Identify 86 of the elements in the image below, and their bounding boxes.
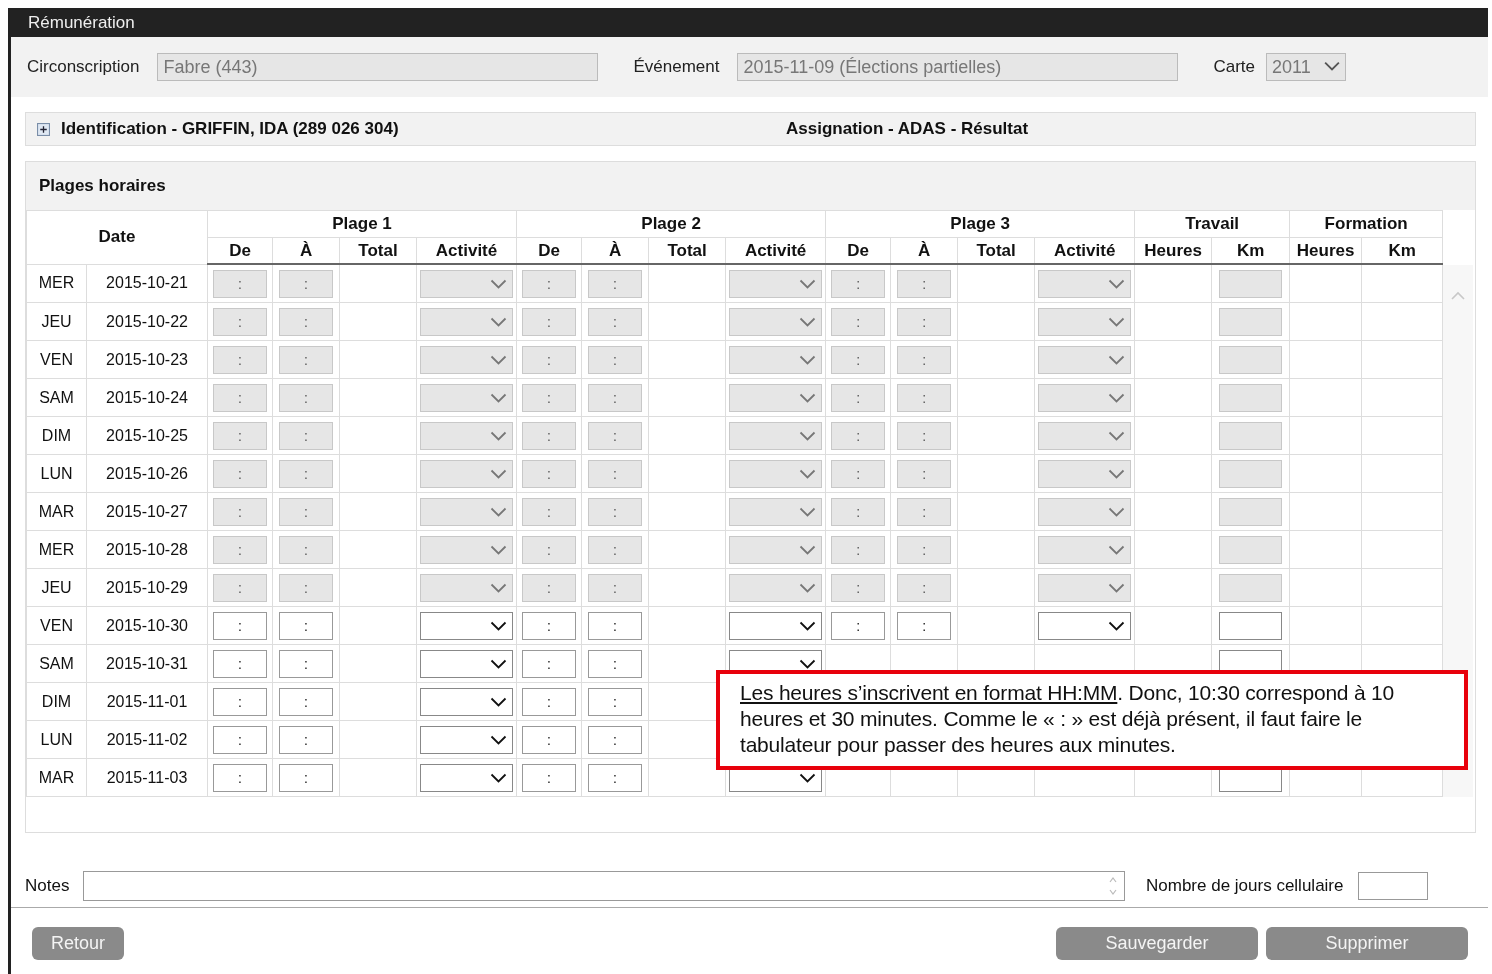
time-field[interactable]: : <box>279 611 333 640</box>
day-cell: SAM <box>26 644 87 683</box>
day-cell: LUN <box>26 454 87 493</box>
day-cell: MAR <box>26 758 87 797</box>
readonly-field[interactable]: 2015-11-09 (Élections partielles) <box>737 53 1179 81</box>
time-field[interactable]: : <box>522 649 577 678</box>
column-header: De <box>825 237 891 264</box>
date-cell: 2015-11-03 <box>86 758 208 797</box>
select-field[interactable]: 2011 <box>1266 53 1346 81</box>
column-header: À <box>272 237 340 264</box>
column-header: Total <box>339 237 417 264</box>
column-header: Heures <box>1134 237 1212 264</box>
date-cell: 2015-10-21 <box>86 264 208 303</box>
time-field[interactable]: : <box>213 763 267 792</box>
time-field[interactable]: : <box>588 611 643 640</box>
time-field[interactable]: : <box>213 611 267 640</box>
day-cell: JEU <box>26 302 87 341</box>
time-field[interactable]: : <box>279 763 333 792</box>
cell-days-label: Nombre de jours cellulaire <box>1146 876 1344 896</box>
identification-bar[interactable]: Identification - GRIFFIN, IDA (289 026 304) Assignation - ADAS - Résultat <box>25 112 1476 146</box>
window-title: Rémunération <box>28 12 135 33</box>
field-label: Circonscription <box>27 57 140 77</box>
time-field[interactable]: : <box>279 725 333 754</box>
day-cell: DIM <box>26 416 87 455</box>
field-label: Événement <box>633 57 720 77</box>
column-header: À <box>581 237 649 264</box>
date-cell: 2015-10-23 <box>86 340 208 379</box>
date-cell: 2015-11-01 <box>86 682 208 721</box>
time-field[interactable]: : <box>588 725 643 754</box>
date-cell: 2015-10-22 <box>86 302 208 341</box>
column-group-header: Plage 2 <box>516 210 826 238</box>
date-cell: 2015-10-25 <box>86 416 208 455</box>
callout-text: Les heures s’inscrivent en format HH:MM. Donc, 10:30 correspond à 10 heures et 30 minutes. Comme le « : » est déjà présent, il faut faire le tabulateur pour passer des heures aux minutes. <box>740 680 1396 758</box>
time-field[interactable]: : <box>213 725 267 754</box>
day-cell: LUN <box>26 720 87 759</box>
day-cell: JEU <box>26 568 87 607</box>
time-field[interactable]: : <box>588 687 643 716</box>
day-cell: MAR <box>26 492 87 531</box>
date-cell: 2015-10-29 <box>86 568 208 607</box>
date-cell: 2015-10-31 <box>86 644 208 683</box>
time-field[interactable]: : <box>522 687 577 716</box>
time-field[interactable]: : <box>831 611 886 640</box>
notes-label: Notes <box>25 876 71 896</box>
date-cell: 2015-10-26 <box>86 454 208 493</box>
date-cell: 2015-10-27 <box>86 492 208 531</box>
column-header: Total <box>648 237 726 264</box>
time-field[interactable]: : <box>213 687 267 716</box>
day-cell: DIM <box>26 682 87 721</box>
identification-label: Identification - GRIFFIN, IDA (289 026 304) <box>61 119 400 139</box>
column-header: Activité <box>725 237 826 264</box>
time-field[interactable]: : <box>213 649 267 678</box>
time-field[interactable]: : <box>588 763 643 792</box>
assignment-label: Assignation - ADAS - Résultat <box>786 119 1029 139</box>
column-header: Heures <box>1289 237 1362 264</box>
column-group-header: Formation <box>1289 210 1443 238</box>
column-header: Activité <box>416 237 517 264</box>
panel-title: Plages horaires <box>39 176 166 196</box>
time-field[interactable]: : <box>588 649 643 678</box>
day-cell: MER <box>26 264 87 303</box>
column-header: De <box>207 237 273 264</box>
column-group-header: Plage 3 <box>825 210 1135 238</box>
time-field[interactable]: : <box>279 687 333 716</box>
time-field[interactable]: : <box>279 649 333 678</box>
column-group-header: Plage 1 <box>207 210 517 238</box>
day-cell: VEN <box>26 340 87 379</box>
readonly-field[interactable]: Fabre (443) <box>157 53 599 81</box>
day-cell: SAM <box>26 378 87 417</box>
column-header: Total <box>957 237 1035 264</box>
day-cell: VEN <box>26 606 87 645</box>
time-field[interactable]: : <box>522 763 577 792</box>
column-header: Activité <box>1034 237 1135 264</box>
date-cell: 2015-10-28 <box>86 530 208 569</box>
time-field[interactable]: : <box>897 611 952 640</box>
time-field[interactable]: : <box>522 611 577 640</box>
column-header: Date <box>26 210 208 264</box>
column-header: Km <box>1211 237 1290 264</box>
column-header: Km <box>1361 237 1443 264</box>
field-label: Carte <box>1213 57 1255 77</box>
date-cell: 2015-10-24 <box>86 378 208 417</box>
date-cell: 2015-11-02 <box>86 720 208 759</box>
date-cell: 2015-10-30 <box>86 606 208 645</box>
time-field[interactable]: : <box>522 725 577 754</box>
column-header: De <box>516 237 582 264</box>
column-group-header: Travail <box>1134 210 1290 238</box>
column-header: À <box>890 237 958 264</box>
day-cell: MER <box>26 530 87 569</box>
